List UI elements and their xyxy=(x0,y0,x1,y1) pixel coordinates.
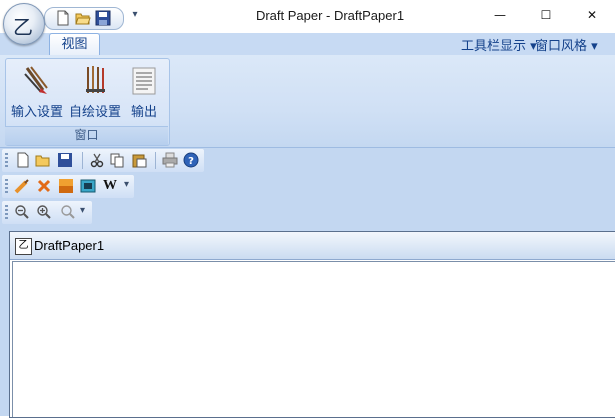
toolbar-separator xyxy=(82,152,83,169)
minimize-icon: — xyxy=(494,8,506,22)
zoom-dropdown-icon[interactable]: ▾ xyxy=(80,205,85,216)
frame-icon[interactable] xyxy=(80,178,96,194)
close-icon: ✕ xyxy=(586,8,598,22)
toolbar-grip[interactable] xyxy=(5,205,8,220)
cut-icon[interactable] xyxy=(89,152,105,168)
drawing-canvas[interactable] xyxy=(12,261,615,417)
toolbar-separator xyxy=(155,152,156,169)
input-settings-label: 输入设置 xyxy=(10,105,63,120)
window-title: Draft Paper - DraftPaper1 xyxy=(255,8,405,23)
output-label: 输出 xyxy=(130,105,157,120)
ribbon-group-caption: 窗口 xyxy=(5,126,168,145)
font-dropdown-icon[interactable]: ▾ xyxy=(124,179,129,190)
paste-icon[interactable] xyxy=(131,152,147,168)
zoom-out-icon[interactable] xyxy=(14,204,30,220)
minimize-button[interactable]: — xyxy=(477,0,523,30)
document-icon: 乙 xyxy=(15,238,32,255)
draw-settings-label: 自绘设置 xyxy=(68,105,121,120)
input-settings-icon xyxy=(24,66,48,94)
help-icon[interactable]: ? xyxy=(183,152,199,168)
open-folder-icon[interactable] xyxy=(75,10,91,26)
save-icon[interactable] xyxy=(57,152,73,168)
input-settings-button[interactable]: 输入设置 xyxy=(9,62,65,122)
window-style-menu[interactable]: 窗口风格 ▾ xyxy=(535,35,598,54)
drawing-toolbar: W ▾ xyxy=(2,175,134,198)
toolbar-grip[interactable] xyxy=(5,153,8,168)
zoom-fit-icon[interactable] xyxy=(60,204,76,220)
app-logo-icon: 乙 xyxy=(13,15,33,39)
draw-settings-icon xyxy=(86,66,105,93)
copy-icon[interactable] xyxy=(109,152,125,168)
standard-toolbar: ? xyxy=(2,149,204,172)
maximize-button[interactable]: ☐ xyxy=(523,0,569,30)
toolbar-grip[interactable] xyxy=(5,179,8,194)
svg-text:?: ? xyxy=(188,156,194,167)
window-controls: — ☐ ✕ xyxy=(477,0,615,30)
close-button[interactable]: ✕ xyxy=(569,0,615,30)
zoom-toolbar: ▾ xyxy=(2,201,92,224)
save-icon[interactable] xyxy=(95,10,111,26)
print-icon[interactable] xyxy=(162,152,178,168)
quick-access-toolbar xyxy=(44,7,124,30)
document-tab-title[interactable]: DraftPaper1 xyxy=(34,238,104,253)
font-button[interactable]: W xyxy=(103,178,117,194)
application-menu-button[interactable]: 乙 xyxy=(3,3,45,45)
toolbar-display-menu[interactable]: 工具栏显示 ▾ xyxy=(461,35,537,54)
output-button[interactable]: 输出 xyxy=(127,62,161,122)
erase-icon[interactable] xyxy=(36,178,52,194)
maximize-icon: ☐ xyxy=(540,8,552,22)
customize-quick-access-dropdown[interactable]: ▾ xyxy=(130,9,140,23)
zoom-in-icon[interactable] xyxy=(36,204,52,220)
fill-icon[interactable] xyxy=(58,178,74,194)
output-icon xyxy=(132,67,156,95)
brush-icon[interactable] xyxy=(14,178,30,194)
new-doc-icon[interactable] xyxy=(55,10,71,26)
tab-view[interactable]: 视图 xyxy=(49,33,100,56)
new-icon[interactable] xyxy=(15,152,31,168)
open-icon[interactable] xyxy=(35,152,51,168)
draw-settings-button[interactable]: 自绘设置 xyxy=(67,62,123,122)
